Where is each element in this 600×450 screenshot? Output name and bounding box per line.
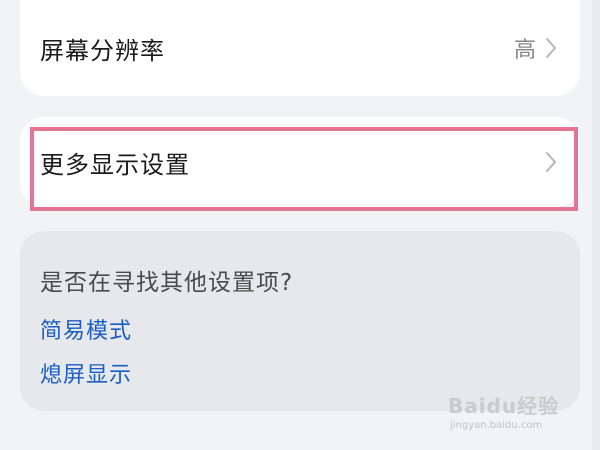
screen-resolution-label: 屏幕分辨率 — [40, 36, 165, 65]
more-display-settings-row[interactable]: 更多显示设置 — [20, 117, 580, 207]
watermark-url: jingyan.baidu.com — [450, 420, 543, 431]
chevron-right-icon — [544, 37, 558, 59]
suggestion-title: 是否在寻找其他设置项? — [40, 270, 294, 296]
resolution-card: 屏幕分辨率 高 — [20, 0, 580, 96]
screen-resolution-value: 高 — [513, 38, 536, 63]
suggestion-card: 是否在寻找其他设置项? 简易模式 熄屏显示 — [20, 231, 580, 411]
more-display-settings-label: 更多显示设置 — [40, 150, 190, 179]
always-on-display-link[interactable]: 熄屏显示 — [40, 357, 132, 389]
watermark-logo: Baidu经验 — [448, 394, 560, 418]
scroll-edge — [592, 0, 600, 450]
screen-resolution-row[interactable]: 屏幕分辨率 高 — [20, 0, 580, 96]
more-display-card: 更多显示设置 — [20, 117, 580, 207]
baidu-jingyan-watermark: Baidu经验 jingyan.baidu.com — [448, 390, 566, 440]
chevron-right-icon — [544, 151, 558, 173]
simple-mode-link[interactable]: 简易模式 — [40, 313, 132, 345]
